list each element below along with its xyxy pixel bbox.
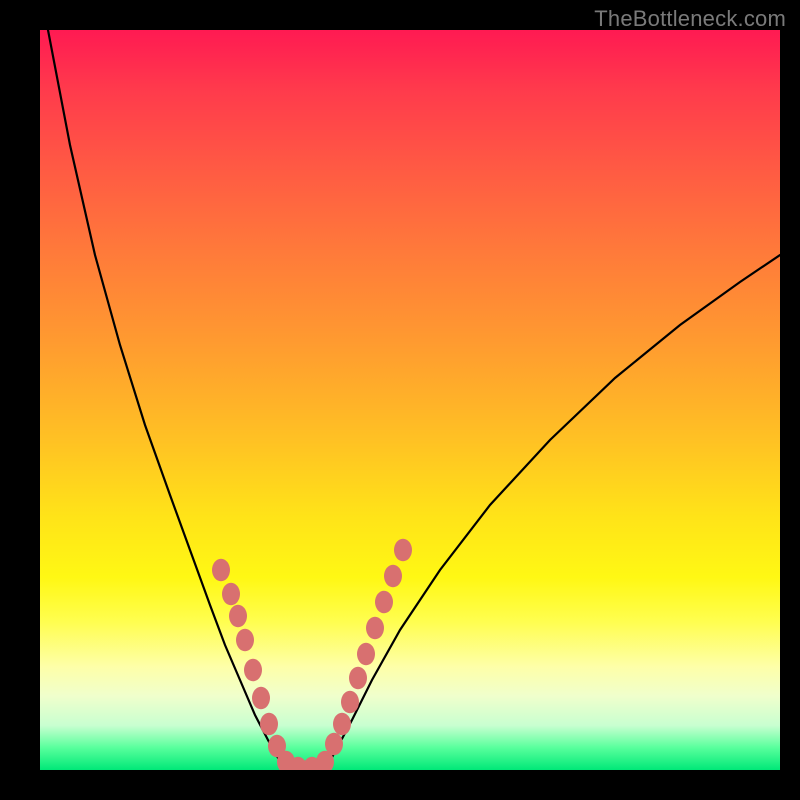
curve-right-branch <box>325 255 780 770</box>
chart-frame: TheBottleneck.com <box>0 0 800 800</box>
highlight-dot <box>212 559 230 582</box>
highlight-dot <box>394 539 412 562</box>
highlight-dot <box>236 629 254 652</box>
highlight-dot <box>252 687 270 710</box>
marker-group <box>212 539 412 770</box>
plot-area <box>40 30 780 770</box>
highlight-dot <box>333 713 351 736</box>
highlight-dot <box>229 605 247 628</box>
watermark-text: TheBottleneck.com <box>594 6 786 32</box>
highlight-dot <box>384 565 402 588</box>
highlight-dot <box>244 659 262 682</box>
highlight-dot <box>357 643 375 666</box>
curve-left-branch <box>48 30 285 770</box>
highlight-dot <box>260 713 278 736</box>
highlight-dot <box>325 733 343 756</box>
highlight-dot <box>375 591 393 614</box>
highlight-dot <box>222 583 240 606</box>
highlight-dot <box>349 667 367 690</box>
highlight-dot <box>341 691 359 714</box>
curve-layer <box>40 30 780 770</box>
highlight-dot <box>366 617 384 640</box>
